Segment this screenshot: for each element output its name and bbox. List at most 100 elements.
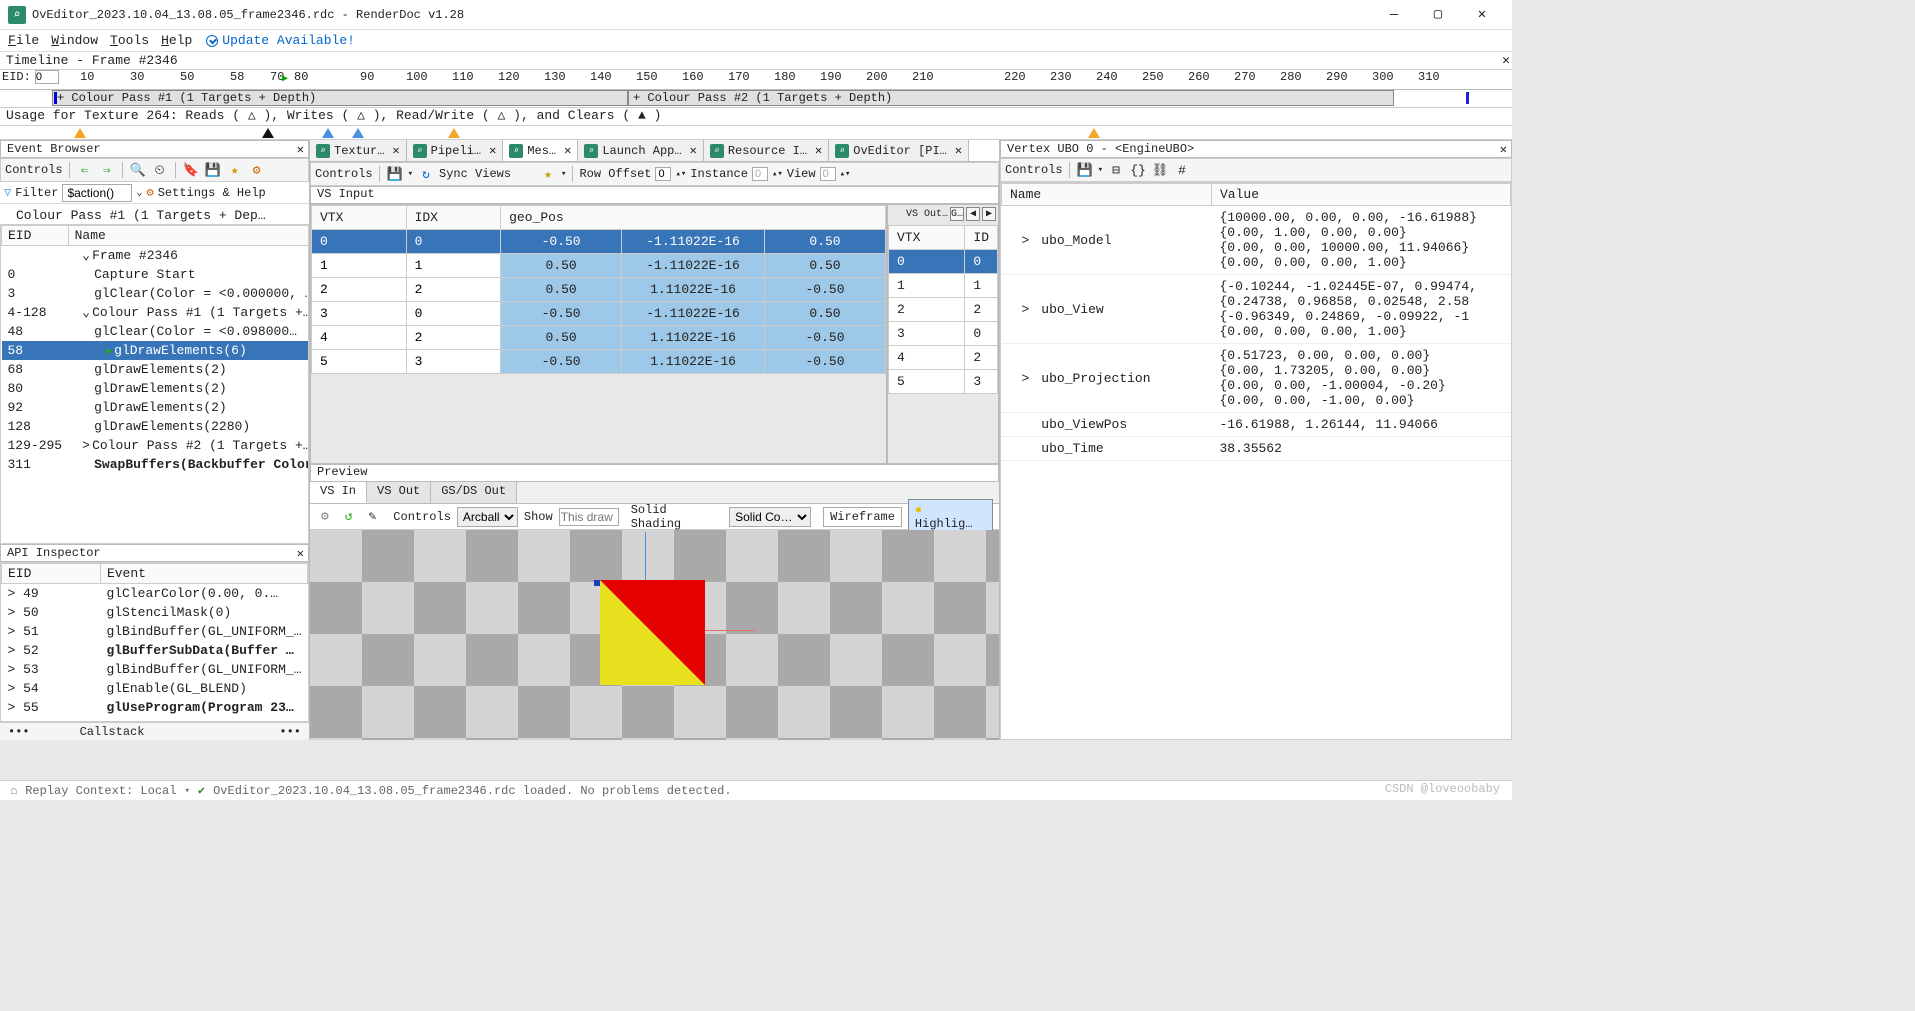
ubo-close[interactable]: ✕ [1500,142,1507,157]
show-input[interactable] [559,508,619,526]
close-button[interactable]: ✕ [1460,0,1504,30]
dropdown-icon[interactable]: ▾ [184,786,189,796]
tree-icon[interactable]: ⊟ [1107,161,1125,179]
col-vtx[interactable]: VTX [312,206,407,230]
tab-close-icon[interactable]: ✕ [690,143,697,158]
menu-window[interactable]: Window [47,31,102,50]
star-icon[interactable]: ★ [226,161,244,179]
tab-close-icon[interactable]: ✕ [392,143,399,158]
nav-back-icon[interactable]: ⇐ [76,161,94,179]
maximize-button[interactable]: ▢ [1416,0,1460,30]
vs-input-row[interactable]: 53-0.501.11022E-16-0.50 [312,350,886,374]
camera-mode-select[interactable]: Arcball [457,507,518,527]
ubo-table[interactable]: Name Value > ubo_Model{10000.00, 0.00, 0… [1000,182,1512,740]
tab-gsds-out[interactable]: GS/DS Out [431,482,517,503]
api-row[interactable]: > 50glStencilMask(0) [2,603,308,622]
eid-input[interactable] [35,70,59,84]
col-vtx-out[interactable]: VTX [889,226,965,250]
highlight-toggle[interactable]: ✸ Highlig… [908,499,993,534]
find-icon[interactable]: 🔍 [129,161,147,179]
dots-icon-2[interactable]: ••• [279,725,301,739]
event-table[interactable]: EID Name ⌄Frame #23460Capture Start3glCl… [0,224,309,544]
api-table[interactable]: EID Event > 49glClearColor(0.00, 0.…> 50… [0,562,309,722]
col-id-out[interactable]: ID [965,226,998,250]
bookmark-icon[interactable]: 🔖 [182,161,200,179]
tab-close-icon[interactable]: ✕ [955,143,962,158]
vs-output-row[interactable]: 42 [889,346,998,370]
nav-fwd-icon[interactable]: ⇒ [98,161,116,179]
row-offset-input[interactable] [655,167,671,181]
vs-input-row[interactable]: 110.50-1.11022E-160.50 [312,254,886,278]
spinner-icon[interactable]: ▴▾ [675,169,686,179]
vsout-gl[interactable]: G… [950,207,964,221]
event-row[interactable]: 129-295>Colour Pass #2 (1 Targets +… [2,436,310,455]
event-row[interactable]: 68glDrawElements(2) [2,360,310,379]
wireframe-toggle[interactable]: Wireframe [823,507,902,527]
event-row[interactable]: ⌄Frame #2346 [2,246,310,266]
tab[interactable]: Mes…✕ [503,140,578,161]
braces-icon[interactable]: {} [1129,161,1147,179]
tab-close-icon[interactable]: ✕ [564,143,571,158]
ubo-col-name[interactable]: Name [1002,184,1212,206]
ubo-col-value[interactable]: Value [1212,184,1511,206]
event-row[interactable]: 80glDrawElements(2) [2,379,310,398]
vs-output-row[interactable]: 30 [889,322,998,346]
vs-output-row[interactable]: 00 [889,250,998,274]
tab[interactable]: Pipeli…✕ [407,140,504,161]
pass-2[interactable]: + Colour Pass #2 (1 Targets + Depth) [628,90,1394,106]
tab-close-icon[interactable]: ✕ [489,143,496,158]
arrow-right-icon[interactable]: ▶ [982,207,996,221]
arrow-left-icon[interactable]: ◀ [966,207,980,221]
tab-vs-in[interactable]: VS In [310,482,367,503]
spinner-icon[interactable]: ▴▾ [772,169,783,179]
api-row[interactable]: > 54glEnable(GL_BLEND) [2,679,308,698]
vs-input-row[interactable]: 420.501.11022E-16-0.50 [312,326,886,350]
ubo-row[interactable]: > ubo_Model{10000.00, 0.00, 0.00, -16.61… [1002,206,1511,275]
tab[interactable]: Resource I…✕ [704,140,829,161]
hash-icon[interactable]: # [1173,161,1191,179]
menu-tools[interactable]: Tools [106,31,153,50]
sync-label[interactable]: Sync Views [439,167,511,181]
event-row[interactable]: 128glDrawElements(2280) [2,417,310,436]
settings-help[interactable]: Settings & Help [158,186,266,200]
menu-help[interactable]: Help [157,31,196,50]
event-row[interactable]: 58▶glDrawElements(6) [2,341,310,360]
api-close[interactable]: ✕ [297,546,304,561]
vs-input-row[interactable]: 30-0.50-1.11022E-160.50 [312,302,886,326]
reset-icon[interactable]: ↺ [340,508,358,526]
breadcrumb[interactable]: Colour Pass #1 (1 Targets + Dep… [0,204,309,224]
event-row[interactable]: 3glClear(Color = <0.000000, … [2,284,310,303]
api-row[interactable]: > 55glUseProgram(Program 23… [2,698,308,717]
ubo-row[interactable]: ubo_ViewPos-16.61988, 1.26144, 11.94066 [1002,413,1511,437]
dropdown-icon[interactable]: ▾ [408,169,413,179]
gear-icon[interactable]: ⚙ [248,161,266,179]
tab-vs-out[interactable]: VS Out [367,482,431,503]
tab-close-icon[interactable]: ✕ [815,143,822,158]
dropdown-icon[interactable]: ▾ [561,169,566,179]
filter-dropdown-icon[interactable]: ⌄ [136,187,142,199]
ubo-row[interactable]: > ubo_Projection{0.51723, 0.00, 0.00, 0.… [1002,344,1511,413]
callstack-label[interactable]: Callstack [80,725,145,739]
ubo-row[interactable]: > ubo_View{-0.10244, -1.02445E-07, 0.994… [1002,275,1511,344]
dots-icon[interactable]: ••• [8,725,30,739]
timeline-close-button[interactable]: ✕ [1502,53,1510,68]
col-idx[interactable]: IDX [406,206,501,230]
update-available-link[interactable]: Update Available! [206,33,355,48]
tab[interactable]: Textur…✕ [310,140,407,161]
vs-output-row[interactable]: 53 [889,370,998,394]
event-row[interactable]: 311SwapBuffers(Backbuffer Color… [2,455,310,474]
link-icon[interactable]: ⛓ [1151,161,1169,179]
api-col-event[interactable]: Event [100,564,307,584]
sync-icon[interactable]: ↻ [417,165,435,183]
filter-input[interactable] [62,184,132,202]
tab[interactable]: Launch App…✕ [578,140,703,161]
view-input[interactable] [820,167,836,181]
vs-output-row[interactable]: 11 [889,274,998,298]
api-row[interactable]: > 51glBindBuffer(GL_UNIFORM_… [2,622,308,641]
api-row[interactable]: > 49glClearColor(0.00, 0.… [2,584,308,604]
api-row[interactable]: > 53glBindBuffer(GL_UNIFORM_… [2,660,308,679]
event-row[interactable]: 4-128⌄Colour Pass #1 (1 Targets +… [2,303,310,322]
vs-output-table[interactable]: VS Out… G… ◀ ▶ VTX ID 001122304253 [887,204,999,464]
menu-file[interactable]: File [4,31,43,50]
vs-input-row[interactable]: 220.501.11022E-16-0.50 [312,278,886,302]
